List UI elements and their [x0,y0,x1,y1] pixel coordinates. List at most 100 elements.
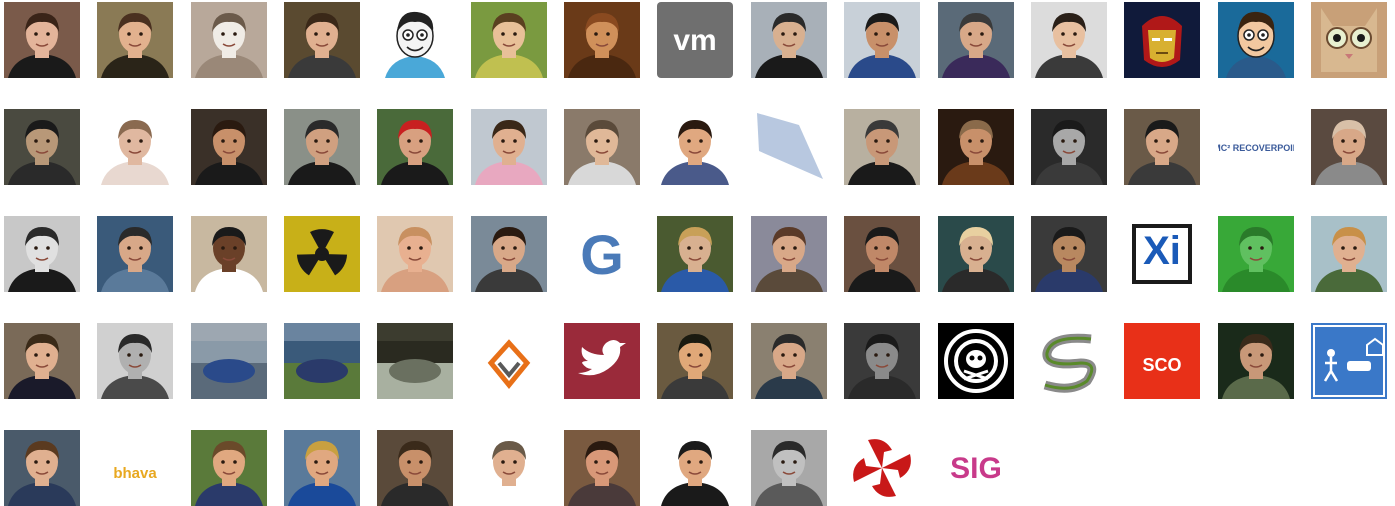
avatar-image: G [564,216,641,292]
avatar-tile[interactable] [937,323,1014,399]
avatar-tile[interactable]: vm [657,2,734,78]
avatar-tile[interactable] [1124,109,1201,185]
avatar-image [937,2,1014,78]
avatar-tile[interactable] [844,430,921,506]
avatar-tile[interactable] [1030,109,1107,185]
avatar-tile[interactable] [844,2,921,78]
avatar-tile[interactable] [844,323,921,399]
avatar-image: SCO [1124,323,1201,399]
avatar-image [937,109,1014,185]
avatar-tile[interactable] [470,109,547,185]
avatar-tile[interactable]: bhava [97,430,174,506]
avatar-tile[interactable] [190,109,267,185]
avatar-tile[interactable] [937,216,1014,292]
avatar-image [97,109,174,185]
avatar-tile[interactable] [1217,216,1294,292]
avatar-image [470,2,547,78]
avatar-tile[interactable] [1124,2,1201,78]
avatar-tile[interactable] [1310,2,1387,78]
avatar-tile[interactable] [750,323,827,399]
avatar-tile[interactable] [1030,323,1107,399]
avatar-image [284,109,361,185]
avatar-tile[interactable] [657,216,734,292]
avatar-tile[interactable] [1217,323,1294,399]
avatar-tile[interactable] [284,216,361,292]
avatar-tile[interactable] [97,323,174,399]
svg-text:SCO: SCO [1143,355,1182,375]
avatar-tile[interactable] [1030,216,1107,292]
avatar-tile[interactable] [564,323,641,399]
avatar-image: SIG [937,430,1014,506]
avatar-tile[interactable] [4,430,80,506]
avatar-tile[interactable]: SCO [1124,323,1201,399]
avatar-tile[interactable]: Xi [1124,216,1201,292]
avatar-tile[interactable] [1310,109,1387,185]
avatar-tile[interactable] [564,430,641,506]
avatar-tile[interactable] [190,216,267,292]
avatar-image [1310,323,1387,399]
avatar-tile[interactable] [1030,2,1107,78]
avatar-tile[interactable] [377,430,454,506]
avatar-tile[interactable]: G [564,216,641,292]
avatar-tile[interactable] [284,109,361,185]
avatar-tile[interactable] [4,216,80,292]
avatar-tile[interactable] [750,216,827,292]
avatar-image [750,216,827,292]
avatar-tile[interactable] [564,2,641,78]
avatar-tile[interactable] [377,2,454,78]
avatar-tile[interactable] [190,430,267,506]
avatar-tile[interactable] [284,2,361,78]
avatar-tile[interactable] [844,109,921,185]
avatar-tile[interactable] [4,2,80,78]
avatar-tile[interactable] [470,430,547,506]
avatar-image [844,109,921,185]
avatar-image [937,216,1014,292]
avatar-tile[interactable] [937,109,1014,185]
avatar-image [750,109,827,185]
avatar-tile[interactable] [1217,2,1294,78]
avatar-tile[interactable] [564,109,641,185]
avatar-tile[interactable] [284,430,361,506]
avatar-tile[interactable] [1310,216,1387,292]
avatar-tile[interactable] [97,2,174,78]
avatar-tile[interactable] [937,2,1014,78]
avatar-tile[interactable] [470,2,547,78]
avatar-image [750,2,827,78]
avatar-image [190,430,267,506]
avatar-tile[interactable]: EMC² RECOVERPOINT [1217,109,1294,185]
avatar-tile[interactable] [1310,323,1387,399]
avatar-image [4,430,80,506]
avatar-tile[interactable] [657,430,734,506]
avatar-image [750,430,827,506]
avatar-tile[interactable] [4,323,80,399]
avatar-image [657,430,734,506]
avatar-image [470,109,547,185]
avatar-tile[interactable] [190,2,267,78]
avatar-tile[interactable] [377,323,454,399]
avatar-image [1217,216,1294,292]
avatar-tile[interactable] [470,216,547,292]
avatar-tile[interactable] [377,216,454,292]
avatar-tile[interactable] [657,323,734,399]
avatar-tile[interactable] [377,109,454,185]
avatar-tile[interactable] [844,216,921,292]
avatar-tile[interactable] [190,323,267,399]
avatar-tile[interactable] [750,430,827,506]
avatar-image [190,2,267,78]
avatar-tile[interactable] [284,323,361,399]
avatar-tile[interactable] [4,109,80,185]
avatar-tile[interactable]: SIG [937,430,1014,506]
avatar-image [377,216,454,292]
avatar-tile[interactable] [750,109,827,185]
avatar-image [844,323,921,399]
avatar-image [937,323,1014,399]
avatar-tile[interactable] [750,2,827,78]
avatar-image [1310,2,1387,78]
avatar-image [1030,323,1107,399]
avatar-image [750,323,827,399]
avatar-tile[interactable] [657,109,734,185]
avatar-image [1310,216,1387,292]
avatar-tile[interactable] [97,216,174,292]
avatar-tile[interactable] [470,323,547,399]
avatar-tile[interactable] [97,109,174,185]
